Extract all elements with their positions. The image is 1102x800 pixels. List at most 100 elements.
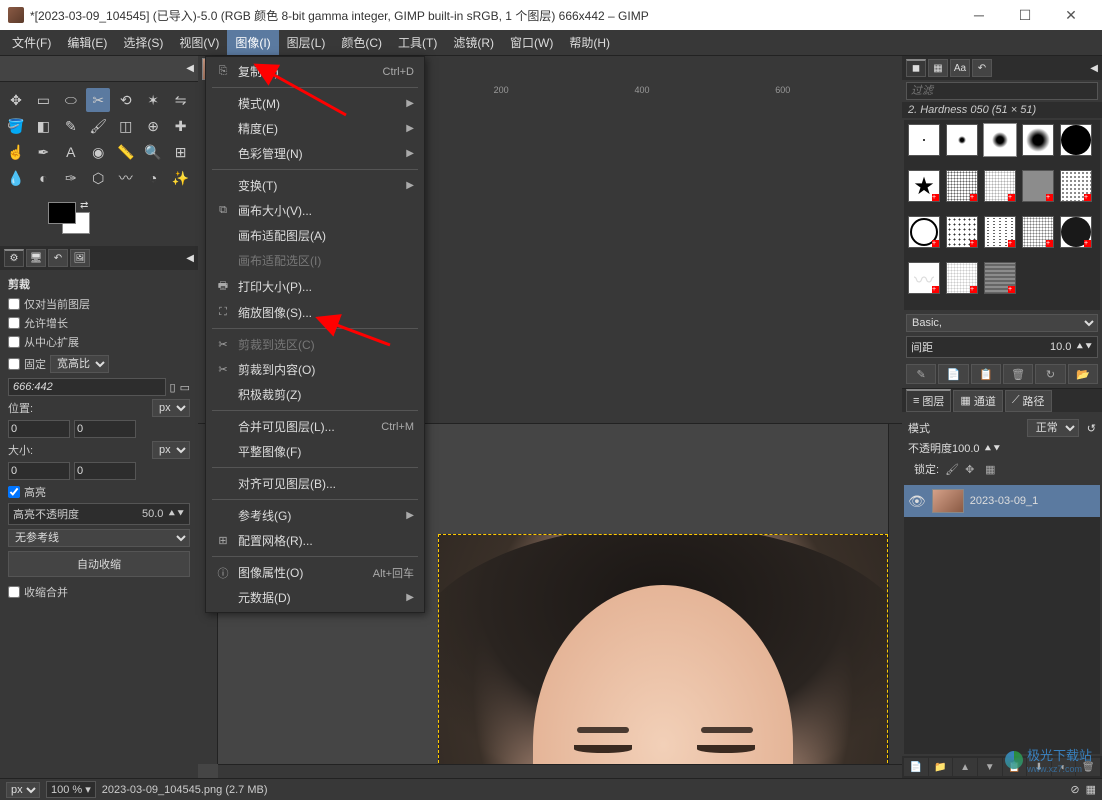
swap-colors-icon[interactable]: ⇄ (80, 200, 88, 211)
guide-select[interactable]: 无参考线 (8, 529, 190, 547)
brush-item[interactable] (984, 124, 1016, 156)
layer-item[interactable]: 👁 2023-03-09_1 (904, 485, 1100, 517)
menu-layer[interactable]: 图层(L) (279, 30, 334, 55)
visibility-icon[interactable]: 👁 (908, 493, 926, 510)
tool-brush[interactable]: 🖌 (86, 114, 110, 138)
menu-fit-canvas-layers[interactable]: 画布适配图层(A) (206, 223, 424, 248)
brush-item[interactable]: + (1022, 170, 1054, 202)
canvas-image[interactable] (438, 534, 888, 765)
menu-color-mgmt[interactable]: 色彩管理(N)▶ (206, 141, 424, 166)
opacity-field[interactable]: 不透明度100.0⯅⯆ (908, 440, 1096, 456)
layer-down-button[interactable]: ▼ (978, 758, 1002, 776)
aspect-select[interactable]: 宽高比 (50, 355, 109, 373)
minimize-button[interactable]: ─ (956, 0, 1002, 30)
maximize-button[interactable]: ☐ (1002, 0, 1048, 30)
tool-warp[interactable]: 〰 (114, 166, 138, 190)
menu-configure-grid[interactable]: ⊞配置网格(R)... (206, 528, 424, 553)
brush-item[interactable]: + (1060, 216, 1092, 248)
menu-canvas-size[interactable]: ⧉画布大小(V)... (206, 198, 424, 223)
nav-icon[interactable]: ▦ (1086, 783, 1096, 796)
tab-menu-icon[interactable]: ◀ (1090, 63, 1098, 74)
undo-history-tab[interactable]: ↶ (48, 249, 68, 267)
tool-text[interactable]: A (59, 140, 83, 164)
pos-x-input[interactable] (8, 420, 70, 438)
opt-current-layer-only[interactable]: 仅对当前图层 (8, 296, 190, 312)
tool-align[interactable]: ⊞ (169, 140, 193, 164)
tool-crop[interactable]: ✂ (86, 88, 110, 112)
lock-pixels-icon[interactable]: 🖌 (945, 463, 959, 476)
tool-heal[interactable]: ✚ (169, 114, 193, 138)
brush-item[interactable] (1060, 124, 1092, 156)
menu-file[interactable]: 文件(F) (4, 30, 59, 55)
layer-up-button[interactable]: ▲ (953, 758, 977, 776)
history-tab[interactable]: ↶ (972, 59, 992, 77)
brush-item[interactable]: + (946, 216, 978, 248)
tool-free-select[interactable]: ⬭ (59, 88, 83, 112)
brush-item[interactable] (946, 124, 978, 156)
brush-item[interactable]: + (984, 170, 1016, 202)
images-tab[interactable]: 🖼 (70, 249, 90, 267)
tool-color-picker[interactable]: ◉ (86, 140, 110, 164)
zoom-field[interactable]: 100 % ▾ (46, 781, 96, 798)
device-status-tab[interactable]: 🖥 (26, 249, 46, 267)
brush-new-button[interactable]: 📄 (938, 364, 968, 384)
tool-blur[interactable]: 💧 (4, 166, 28, 190)
brush-item[interactable]: + (946, 262, 978, 294)
brush-spacing-field[interactable]: 间距10.0⯅⯆ (906, 336, 1098, 358)
brush-item[interactable]: + (984, 216, 1016, 248)
menu-tools[interactable]: 工具(T) (390, 30, 445, 55)
brush-refresh-button[interactable]: ↻ (1035, 364, 1065, 384)
tab-menu-icon[interactable]: ◀ (186, 253, 194, 264)
scrollbar-vertical[interactable] (888, 424, 902, 765)
tool-rotate[interactable]: ⟲ (114, 88, 138, 112)
menu-image-properties[interactable]: ⓘ图像属性(O)Alt+回车 (206, 560, 424, 585)
menu-guides[interactable]: 参考线(G)▶ (206, 503, 424, 528)
brush-preset-select[interactable]: Basic, (906, 314, 1098, 332)
menu-mode[interactable]: 模式(M)▶ (206, 91, 424, 116)
menu-crop-content[interactable]: ✂剪裁到内容(O) (206, 357, 424, 382)
scrollbar-horizontal[interactable] (218, 764, 902, 778)
tool-measure[interactable]: 📏 (114, 140, 138, 164)
layers-tab[interactable]: ≡ 图层 (906, 389, 951, 412)
pos-y-input[interactable] (74, 420, 136, 438)
opt-highlight[interactable]: 高亮 (8, 484, 190, 500)
menu-duplicate[interactable]: ⎘复制(D)Ctrl+D (206, 59, 424, 84)
tool-fuzzy[interactable]: ✨ (169, 166, 193, 190)
size-x-input[interactable] (8, 462, 70, 480)
menu-transform[interactable]: 变换(T)▶ (206, 173, 424, 198)
lock-alpha-icon[interactable]: ▦ (985, 463, 999, 476)
close-button[interactable]: ✕ (1048, 0, 1094, 30)
unit-select[interactable]: px (6, 782, 40, 798)
mode-reset-icon[interactable]: ↺ (1087, 422, 1096, 435)
menu-metadata[interactable]: 元数据(D)▶ (206, 585, 424, 610)
size-y-input[interactable] (74, 462, 136, 480)
opt-allow-growing[interactable]: 允许增长 (8, 315, 190, 331)
tool-gradient[interactable]: ◧ (31, 114, 55, 138)
tool-clone[interactable]: ⊕ (141, 114, 165, 138)
channels-tab[interactable]: ▦ 通道 (953, 390, 1002, 412)
brush-item[interactable]: ★+ (908, 170, 940, 202)
brush-item[interactable]: 〰+ (908, 262, 940, 294)
tool-options-tab[interactable]: ⚙ (4, 249, 24, 267)
paths-tab[interactable]: ⟋ 路径 (1005, 390, 1052, 412)
brush-copy-button[interactable]: 📋 (971, 364, 1001, 384)
highlight-opacity-field[interactable]: 高亮不透明度50.0⯅⯆ (8, 503, 190, 525)
portrait-icon[interactable]: ▯ (170, 381, 176, 394)
tool-pencil[interactable]: ✎ (59, 114, 83, 138)
menu-filters[interactable]: 滤镜(R) (445, 30, 502, 55)
tool-foreground[interactable]: ◔ (141, 166, 165, 190)
auto-shrink-button[interactable]: 自动收缩 (8, 551, 190, 577)
brush-item[interactable] (1022, 124, 1054, 156)
layer-new-button[interactable]: 📄 (904, 758, 928, 776)
brush-item[interactable]: + (984, 262, 1016, 294)
cancel-icon[interactable]: ⊘ (1070, 783, 1079, 796)
menu-windows[interactable]: 窗口(W) (502, 30, 561, 55)
opt-fixed[interactable]: 固定 (8, 356, 46, 372)
tool-cage[interactable]: ⬡ (86, 166, 110, 190)
menu-merge-visible[interactable]: 合并可见图层(L)...Ctrl+M (206, 414, 424, 439)
position-unit[interactable]: px (152, 399, 190, 417)
menu-align-visible[interactable]: 对齐可见图层(B)... (206, 471, 424, 496)
landscape-icon[interactable]: ▭ (180, 381, 190, 394)
brush-edit-button[interactable]: ✎ (906, 364, 936, 384)
menu-scale-image[interactable]: ⛶缩放图像(S)... (206, 300, 424, 325)
